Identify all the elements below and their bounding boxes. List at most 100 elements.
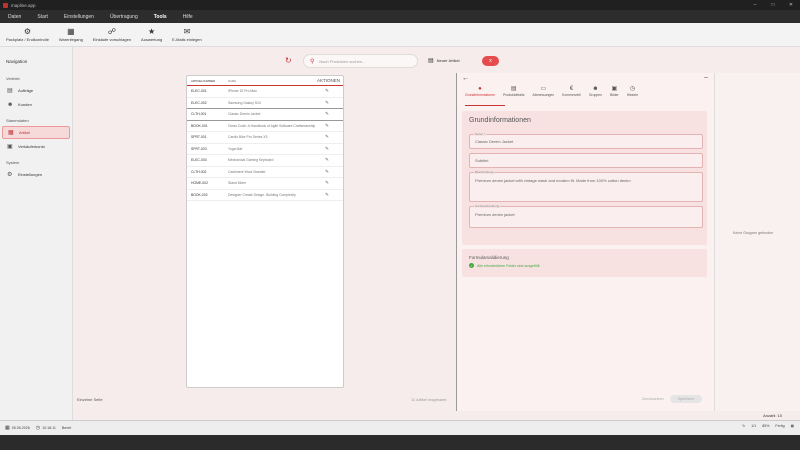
menu-start[interactable]: Start xyxy=(37,14,48,20)
tab-bilder[interactable]: ▣ Bilder xyxy=(610,85,619,97)
tab-abmessungen[interactable]: ▭ Abmessungen xyxy=(532,85,554,97)
detail-tabs: ● Grundinformationen ▤ Produktdetails ▭ … xyxy=(465,85,646,97)
search-placeholder: Nach Produkten suchen... xyxy=(319,58,366,64)
new-article-label: Neuer Artikel xyxy=(436,58,460,63)
detail-panel: ← – ● Grundinformationen ▤ Produktdetail… xyxy=(457,73,714,411)
edit-icon[interactable]: ✎ xyxy=(317,192,337,198)
table-row[interactable]: CLTH-002 Cashmere Wool Sweater ✎ xyxy=(187,167,343,178)
table-row[interactable]: HOME-002 Stand Mixer ✎ xyxy=(187,178,343,190)
tab-grundinformationen[interactable]: ● Grundinformationen xyxy=(465,85,495,97)
delete-button[interactable]: x xyxy=(482,56,499,66)
edit-icon[interactable]: ✎ xyxy=(317,134,337,140)
status-time-text: 10:18:11 xyxy=(42,426,56,430)
ribbon-auswertung-button[interactable]: ★ Auswertung xyxy=(141,27,162,42)
box-icon: ▦ xyxy=(67,27,75,36)
sidebar-section-system: System xyxy=(6,160,20,165)
cart-icon: ☍ xyxy=(107,27,116,36)
header-name[interactable]: NAME xyxy=(228,79,317,83)
tab-historie[interactable]: ◷ Historie xyxy=(627,85,639,97)
menu-uebertragung[interactable]: Übertragung xyxy=(110,14,138,20)
more-icon[interactable]: – xyxy=(704,74,708,81)
sync-icon[interactable]: ↻ xyxy=(742,424,745,428)
minimize-icon[interactable]: – xyxy=(746,0,764,10)
ribbon-label: Auswertung xyxy=(141,37,163,42)
app-logo-icon xyxy=(3,2,8,8)
ribbon-warenfegang-button[interactable]: ▦ Warenfegang xyxy=(59,27,83,42)
status-mode: Fertig xyxy=(775,424,785,428)
sidebar-section-vertrieb: Vertrieb xyxy=(6,76,20,81)
cell-name: Clean Code: A Handbook of Agile Software… xyxy=(228,123,316,128)
sidebar: Navigation Vertrieb ▤ Aufträge ☻ Kunden … xyxy=(0,47,73,420)
edit-icon[interactable]: ✎ xyxy=(317,146,337,152)
new-article-button[interactable]: ▤ Neuer Artikel xyxy=(428,57,460,64)
table-row[interactable]: CLTH-001 Classic Denim Jacket ✎ xyxy=(187,109,343,121)
name-field-label: Name * xyxy=(474,132,487,136)
ribbon-email-button[interactable]: ✉ E-Mails einlegen xyxy=(172,27,202,42)
box-icon: ▦ xyxy=(8,130,14,136)
name-field[interactable]: Name * Classic Denim Jacket xyxy=(469,132,703,149)
save-button[interactable]: Speichern xyxy=(669,395,702,403)
cell-name: Designer Create Design: Building Complex… xyxy=(228,192,296,197)
main-area: ↻ ⚲ Nach Produkten suchen... ▤ Neuer Art… xyxy=(73,47,800,420)
table-row[interactable]: ELEC-002 Samsung Galaxy S24 ✎ xyxy=(187,98,343,109)
cell-sku: SPRT-003 xyxy=(191,146,207,151)
edit-icon[interactable]: ✎ xyxy=(317,100,337,106)
table-row[interactable]: ELEC-003 Mechanical Gaming Keyboard ✎ xyxy=(187,155,343,167)
reset-button[interactable]: Zurücksetzen xyxy=(642,397,664,401)
sidebar-item-einstellungen[interactable]: ⚙ Einstellungen xyxy=(2,168,70,181)
clipboard-icon: ▤ xyxy=(7,88,13,94)
table-row[interactable]: SPRT-001 Cardio Bike Pro Series X3 ✎ xyxy=(187,132,343,144)
table-row[interactable]: BOOK-002 Designer Create Design: Building… xyxy=(187,190,343,201)
menu-daten[interactable]: Daten xyxy=(8,14,21,20)
maximize-icon[interactable]: □ xyxy=(764,0,782,10)
mail-icon: ✉ xyxy=(183,27,191,36)
chart-icon: ★ xyxy=(148,27,156,36)
edit-icon[interactable]: ✎ xyxy=(317,180,337,186)
sidebar-item-auftraege[interactable]: ▤ Aufträge xyxy=(2,84,70,97)
edit-icon[interactable]: ✎ xyxy=(317,157,337,163)
cell-name: Mechanical Gaming Keyboard xyxy=(228,158,274,163)
ribbon-einkaeufe-button[interactable]: ☍ Einkäufe vorschlagen xyxy=(93,27,131,42)
ribbon-packplatz-button[interactable]: ⚙ Packplatz / Endkontrolle xyxy=(6,27,49,42)
status-state: Bereit xyxy=(62,426,71,430)
grid-icon[interactable]: ▦ xyxy=(791,424,794,428)
search-input[interactable]: ⚲ Nach Produkten suchen... xyxy=(303,54,418,68)
cell-name: Cashmere Wool Sweater xyxy=(228,169,266,174)
close-icon[interactable]: ✕ xyxy=(782,0,800,10)
search-row: ↻ ⚲ Nach Produkten suchen... ▤ Neuer Art… xyxy=(73,54,499,68)
menu-tools[interactable]: Tools xyxy=(154,14,167,20)
table-row[interactable]: BOOK-001 Clean Code: A Handbook of Agile … xyxy=(187,121,343,132)
sidebar-item-verkaeuferkonto[interactable]: ▣ Verkäuferkonto xyxy=(2,140,70,153)
sidebar-title: Navigation xyxy=(6,59,28,64)
header-sku[interactable]: ARTIKELNUMMER xyxy=(191,79,228,83)
menu-bar: Daten Start Einstellungen Übertragung To… xyxy=(0,10,800,23)
users-icon: ☻ xyxy=(7,101,14,108)
edit-icon[interactable]: ✎ xyxy=(317,88,337,94)
edit-icon[interactable]: ✎ xyxy=(317,169,337,175)
refresh-icon[interactable]: ↻ xyxy=(285,56,292,65)
tab-kommerziell[interactable]: € Kommerziell xyxy=(562,85,581,97)
sidebar-item-artikel[interactable]: ▦ Artikel xyxy=(2,126,70,139)
short-description-field[interactable]: Kurzbeschreibung Premium denim jacket xyxy=(469,204,703,228)
menu-einstellungen[interactable]: Einstellungen xyxy=(64,14,94,20)
status-bar: ▦ 05.05.2026 ◷ 10:18:11 Bereit ↻ 1/1 85%… xyxy=(0,420,800,435)
status-time: ◷ 10:18:11 xyxy=(36,425,56,431)
edit-icon[interactable]: ✎ xyxy=(317,111,337,117)
validation-title: Formularvalidierung xyxy=(469,255,509,260)
description-field[interactable]: Beschreibung Premium denim jacket with v… xyxy=(469,170,703,202)
edit-icon[interactable]: ✎ xyxy=(317,123,337,129)
back-arrow-icon[interactable]: ← xyxy=(462,75,469,82)
cell-sku: BOOK-002 xyxy=(191,192,208,197)
clock-icon: ◷ xyxy=(35,425,41,431)
tab-produktdetails[interactable]: ▤ Produktdetails xyxy=(503,85,525,97)
table-row[interactable]: SPRT-003 Yoga Mat ✎ xyxy=(187,144,343,155)
subtitle-field[interactable]: Subtitel xyxy=(469,153,703,168)
sidebar-item-kunden[interactable]: ☻ Kunden xyxy=(2,98,70,111)
cell-name: iPhone 15 Pro Max xyxy=(228,89,257,94)
menu-hilfe[interactable]: Hilfe xyxy=(183,14,193,20)
table-row[interactable]: ELEC-001 iPhone 15 Pro Max ✎ xyxy=(187,86,343,98)
ruler-icon: ▭ xyxy=(540,86,547,92)
search-icon: ⚲ xyxy=(310,58,315,65)
image-icon: ▣ xyxy=(611,86,618,92)
tab-gruppen[interactable]: ☻ Gruppen xyxy=(589,85,602,97)
